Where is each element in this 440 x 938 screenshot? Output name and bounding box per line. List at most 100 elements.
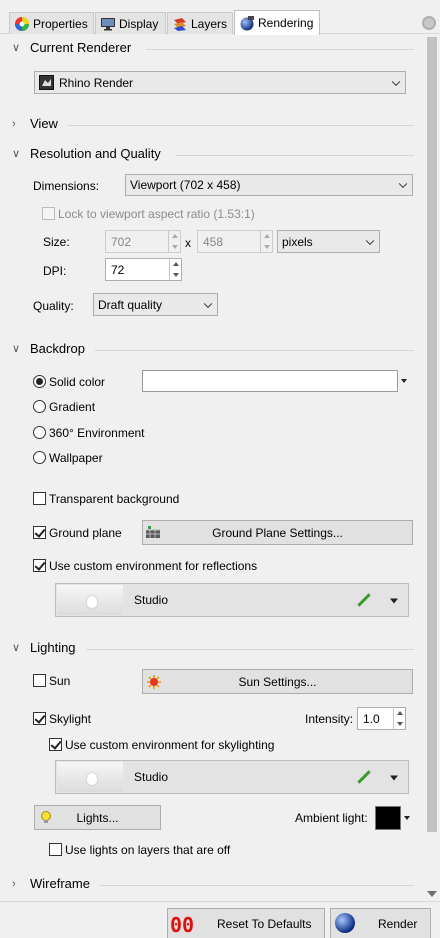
intensity-value: 1.0 xyxy=(363,711,380,726)
tab-rendering[interactable]: Rendering xyxy=(234,10,320,35)
width-stepper[interactable] xyxy=(168,231,180,252)
dimensions-label: Dimensions: xyxy=(33,179,100,193)
render-button[interactable]: Render xyxy=(330,908,431,938)
ground-plane-settings-label: Ground Plane Settings... xyxy=(212,525,343,540)
skylight-environment-name: Studio xyxy=(134,770,169,784)
chevron-right-icon: › xyxy=(12,877,16,890)
edit-pencil-icon[interactable] xyxy=(357,770,371,784)
caret-down-icon xyxy=(404,816,410,820)
size-label: Size: xyxy=(43,235,70,249)
divider xyxy=(86,649,414,650)
height-stepper[interactable] xyxy=(260,231,272,252)
reflection-environment-selector[interactable]: Studio xyxy=(55,583,409,617)
ambient-color-swatch[interactable] xyxy=(375,806,401,830)
lock-aspect-checkbox[interactable] xyxy=(42,207,55,220)
chevron-down-icon: ∨ xyxy=(12,642,21,654)
tab-properties-label: Properties xyxy=(33,16,88,31)
ground-plane-label: Ground plane xyxy=(49,526,122,540)
divider xyxy=(176,155,414,156)
section-title: View xyxy=(30,116,58,131)
tab-properties[interactable]: Properties xyxy=(9,12,94,34)
custom-env-reflections-label: Use custom environment for reflections xyxy=(49,559,258,573)
radio-360-environment[interactable] xyxy=(33,426,46,439)
custom-env-skylight-label: Use custom environment for skylighting xyxy=(65,738,275,752)
radio-wallpaper-label: Wallpaper xyxy=(49,451,103,465)
solid-color-swatch[interactable] xyxy=(142,370,398,392)
chevron-down-icon: ∨ xyxy=(12,148,21,160)
quality-select[interactable]: Draft quality xyxy=(93,293,218,316)
caret-down-icon[interactable] xyxy=(390,775,398,781)
environment-drop-icon xyxy=(87,596,97,608)
intensity-input[interactable]: 1.0 xyxy=(357,707,406,730)
section-backdrop[interactable]: ∨ Backdrop xyxy=(12,341,85,356)
sun-icon xyxy=(146,674,162,690)
lock-aspect-label: Lock to viewport aspect ratio (1.53:1) xyxy=(58,207,255,221)
section-title: Lighting xyxy=(30,640,76,655)
gear-icon[interactable] xyxy=(422,16,436,30)
width-input[interactable]: 702 xyxy=(105,230,181,253)
units-value: pixels xyxy=(282,234,313,249)
section-title: Current Renderer xyxy=(30,40,132,55)
skylight-label: Skylight xyxy=(49,712,92,726)
layers-icon xyxy=(172,16,188,32)
chevron-down-icon xyxy=(203,299,213,308)
sun-settings-button[interactable]: Sun Settings... xyxy=(142,669,413,694)
rendering-sphere-icon xyxy=(239,15,255,31)
divider xyxy=(146,49,414,50)
section-view[interactable]: › View xyxy=(12,116,58,131)
edit-pencil-icon[interactable] xyxy=(357,593,371,607)
environment-thumbnail xyxy=(57,762,123,792)
svg-text:00: 00 xyxy=(170,913,194,935)
radio-gradient[interactable] xyxy=(33,400,46,413)
render-sphere-icon xyxy=(334,912,356,934)
rendering-panel: ∨ Current Renderer Rhino Render › View ∨… xyxy=(0,35,424,901)
monitor-icon xyxy=(100,16,116,32)
tab-layers[interactable]: Layers xyxy=(167,12,233,34)
dpi-input[interactable]: 72 xyxy=(105,258,182,281)
height-value: 458 xyxy=(203,234,224,249)
section-current-renderer[interactable]: ∨ Current Renderer xyxy=(12,40,131,55)
height-input[interactable]: 458 xyxy=(197,230,273,253)
renderer-select[interactable]: Rhino Render xyxy=(34,71,406,94)
scrollbar-thumb[interactable] xyxy=(427,37,437,832)
sun-checkbox[interactable] xyxy=(33,674,46,687)
environment-drop-icon xyxy=(87,773,97,785)
dimensions-value: Viewport (702 x 458) xyxy=(130,178,241,192)
lights-button[interactable]: Lights... xyxy=(34,805,161,830)
section-wireframe[interactable]: › Wireframe xyxy=(12,876,90,891)
dpi-value: 72 xyxy=(111,262,125,277)
sun-settings-label: Sun Settings... xyxy=(238,674,317,689)
scroll-down-arrow-icon[interactable] xyxy=(427,891,437,897)
intensity-stepper[interactable] xyxy=(393,708,405,729)
caret-down-icon[interactable] xyxy=(390,598,398,604)
solid-color-dropdown[interactable] xyxy=(398,370,410,392)
custom-env-skylight-checkbox[interactable] xyxy=(49,738,62,751)
transparent-background-checkbox[interactable] xyxy=(33,492,46,505)
sun-label: Sun xyxy=(49,674,71,688)
chevron-down-icon xyxy=(365,236,375,245)
dimensions-select[interactable]: Viewport (702 x 458) xyxy=(125,174,413,196)
lights-on-off-layers-checkbox[interactable] xyxy=(49,843,62,856)
radio-solid-color[interactable] xyxy=(33,375,46,388)
radio-wallpaper[interactable] xyxy=(33,451,46,464)
render-label: Render xyxy=(378,917,418,931)
reset-to-defaults-button[interactable]: 00 Reset To Defaults xyxy=(167,908,325,938)
skylight-checkbox[interactable] xyxy=(33,712,46,725)
section-lighting[interactable]: ∨ Lighting xyxy=(12,640,76,655)
ground-plane-icon xyxy=(145,525,161,539)
skylight-environment-selector[interactable]: Studio xyxy=(55,760,409,794)
lights-on-off-layers-label: Use lights on layers that are off xyxy=(65,843,231,857)
ground-plane-settings-button[interactable]: Ground Plane Settings... xyxy=(142,520,413,545)
ambient-color-dropdown[interactable] xyxy=(401,806,413,830)
units-select[interactable]: pixels xyxy=(277,230,380,253)
tab-display[interactable]: Display xyxy=(95,12,166,34)
section-resolution[interactable]: ∨ Resolution and Quality xyxy=(12,146,161,161)
dpi-stepper[interactable] xyxy=(169,259,181,280)
radio-solid-color-label: Solid color xyxy=(49,375,106,389)
ground-plane-checkbox[interactable] xyxy=(33,526,46,539)
vertical-scrollbar[interactable] xyxy=(424,35,440,901)
lights-button-label: Lights... xyxy=(76,810,119,825)
quality-label: Quality: xyxy=(33,299,74,313)
divider xyxy=(95,350,414,351)
custom-env-reflections-checkbox[interactable] xyxy=(33,559,46,572)
